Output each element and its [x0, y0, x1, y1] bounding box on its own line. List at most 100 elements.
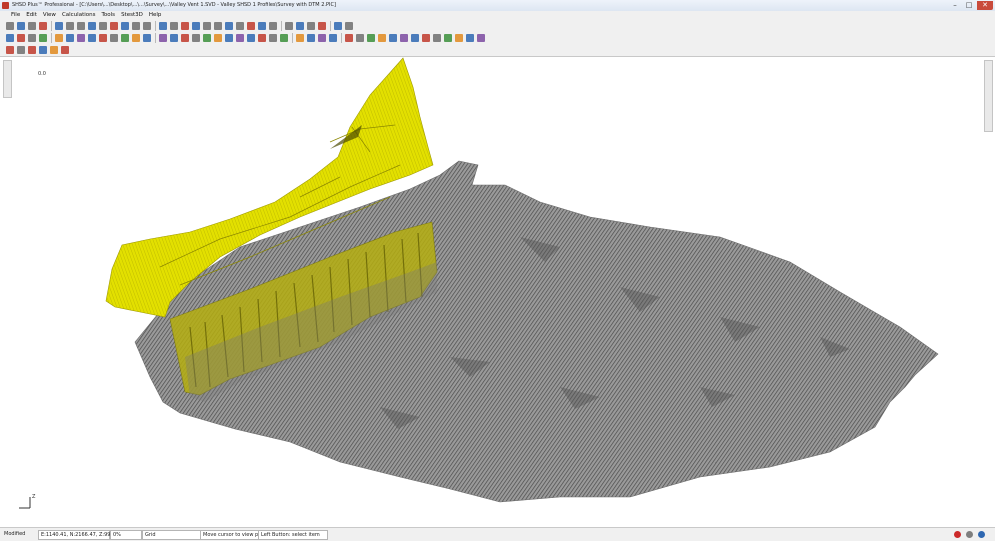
- toolbar-button-icon[interactable]: [170, 22, 178, 30]
- menu-stest3d[interactable]: Stest3D: [118, 11, 146, 20]
- toolbar-button-icon[interactable]: [247, 34, 255, 42]
- toolbar-button-icon[interactable]: [192, 34, 200, 42]
- toolbar-standard: [0, 20, 995, 32]
- toolbar-button-icon[interactable]: [334, 22, 342, 30]
- toolbar-button-icon[interactable]: [329, 34, 337, 42]
- toolbar-button-icon[interactable]: [28, 22, 36, 30]
- toolbar-button-icon[interactable]: [6, 22, 14, 30]
- toolbar-button-icon[interactable]: [28, 46, 36, 54]
- toolbar-button-icon[interactable]: [455, 34, 463, 42]
- close-button[interactable]: ✕: [977, 1, 993, 10]
- toolbar-button-icon[interactable]: [181, 22, 189, 30]
- settings-icon[interactable]: [966, 531, 973, 538]
- toolbar-button-icon[interactable]: [99, 34, 107, 42]
- toolbar-button-icon[interactable]: [318, 22, 326, 30]
- toolbar-button-icon[interactable]: [345, 22, 353, 30]
- toolbar-button-icon[interactable]: [247, 22, 255, 30]
- toolbar-button-icon[interactable]: [17, 46, 25, 54]
- toolbar-button-icon[interactable]: [192, 22, 200, 30]
- toolbar-button-icon[interactable]: [214, 34, 222, 42]
- toolbar-button-icon[interactable]: [307, 34, 315, 42]
- toolbar-button-icon[interactable]: [269, 22, 277, 30]
- toolbar-button-icon[interactable]: [39, 22, 47, 30]
- toolbar-button-icon[interactable]: [143, 34, 151, 42]
- toolbar-button-icon[interactable]: [110, 34, 118, 42]
- toolbar-button-icon[interactable]: [170, 34, 178, 42]
- toolbar-button-icon[interactable]: [181, 34, 189, 42]
- menu-view[interactable]: View: [40, 11, 59, 20]
- minimize-button[interactable]: –: [949, 1, 961, 10]
- toolbar-button-icon[interactable]: [307, 22, 315, 30]
- toolbar-button-icon[interactable]: [159, 22, 167, 30]
- toolbar-button-icon[interactable]: [66, 34, 74, 42]
- toolbar-button-icon[interactable]: [17, 22, 25, 30]
- toolbar-button-icon[interactable]: [422, 34, 430, 42]
- menu-edit[interactable]: Edit: [23, 11, 40, 20]
- toolbar-button-icon[interactable]: [258, 22, 266, 30]
- toolbar-button-icon[interactable]: [88, 34, 96, 42]
- menu-tools[interactable]: Tools: [99, 11, 119, 20]
- toolbar-button-icon[interactable]: [411, 34, 419, 42]
- toolbar-button-icon[interactable]: [77, 22, 85, 30]
- 3d-viewport[interactable]: 0.0 Z: [0, 57, 995, 527]
- toolbar-button-icon[interactable]: [225, 22, 233, 30]
- status-message-1: Move cursor to view point coordinates: [200, 530, 299, 540]
- toolbar-button-icon[interactable]: [99, 22, 107, 30]
- maximize-button[interactable]: □: [963, 1, 975, 10]
- toolbar-button-icon[interactable]: [356, 34, 364, 42]
- toolbar-button-icon[interactable]: [345, 34, 353, 42]
- record-icon[interactable]: [954, 531, 961, 538]
- toolbar-button-icon[interactable]: [296, 34, 304, 42]
- toolbar-button-icon[interactable]: [389, 34, 397, 42]
- toolbar-button-icon[interactable]: [77, 34, 85, 42]
- menu-help[interactable]: Help: [146, 11, 165, 20]
- toolbar-button-icon[interactable]: [280, 34, 288, 42]
- layer-select[interactable]: Grid: [142, 530, 202, 540]
- toolbar-button-icon[interactable]: [55, 22, 63, 30]
- toolbar-button-icon[interactable]: [203, 34, 211, 42]
- toolbar-button-icon[interactable]: [203, 22, 211, 30]
- terrain-model: [105, 57, 939, 503]
- toolbar-button-icon[interactable]: [236, 34, 244, 42]
- toolbar-button-icon[interactable]: [55, 34, 63, 42]
- left-panel-tab[interactable]: [3, 60, 12, 98]
- toolbar-button-icon[interactable]: [28, 34, 36, 42]
- toolbar-button-icon[interactable]: [214, 22, 222, 30]
- toolbar-button-icon[interactable]: [159, 34, 167, 42]
- toolbar-button-icon[interactable]: [39, 46, 47, 54]
- toolbar-button-icon[interactable]: [367, 34, 375, 42]
- toolbar-button-icon[interactable]: [296, 22, 304, 30]
- toolbar-button-icon[interactable]: [6, 46, 14, 54]
- toolbar-button-icon[interactable]: [50, 46, 58, 54]
- toolbar-button-icon[interactable]: [444, 34, 452, 42]
- toolbar-button-icon[interactable]: [285, 22, 293, 30]
- toolbar-button-icon[interactable]: [143, 22, 151, 30]
- toolbar-button-icon[interactable]: [318, 34, 326, 42]
- toolbar-button-icon[interactable]: [61, 46, 69, 54]
- toolbar-button-icon[interactable]: [121, 22, 129, 30]
- toolbar-button-icon[interactable]: [110, 22, 118, 30]
- toolbar-button-icon[interactable]: [132, 34, 140, 42]
- menu-file[interactable]: File: [8, 11, 23, 20]
- toolbar-button-icon[interactable]: [466, 34, 474, 42]
- zoom-field[interactable]: 0%: [110, 530, 142, 540]
- toolbar-button-icon[interactable]: [236, 22, 244, 30]
- right-panel-tab[interactable]: [984, 60, 993, 132]
- toolbar-button-icon[interactable]: [378, 34, 386, 42]
- toolbar-button-icon[interactable]: [225, 34, 233, 42]
- toolbar-button-icon[interactable]: [39, 34, 47, 42]
- toolbar-button-icon[interactable]: [132, 22, 140, 30]
- toolbar-button-icon[interactable]: [269, 34, 277, 42]
- toolbar-button-icon[interactable]: [88, 22, 96, 30]
- toolbar-button-icon[interactable]: [66, 22, 74, 30]
- toolbar-button-icon[interactable]: [258, 34, 266, 42]
- toolbar-button-icon[interactable]: [17, 34, 25, 42]
- toolbar-button-icon[interactable]: [477, 34, 485, 42]
- menu-calculations[interactable]: Calculations: [59, 11, 99, 20]
- zoom-icon[interactable]: [978, 531, 985, 538]
- toolbar-button-icon[interactable]: [121, 34, 129, 42]
- view-label: 0.0: [38, 71, 46, 77]
- toolbar-button-icon[interactable]: [433, 34, 441, 42]
- toolbar-button-icon[interactable]: [400, 34, 408, 42]
- toolbar-button-icon[interactable]: [6, 34, 14, 42]
